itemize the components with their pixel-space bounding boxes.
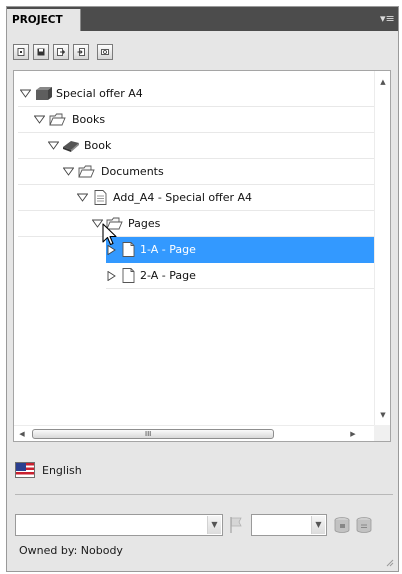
us-flag-icon bbox=[15, 462, 35, 478]
page-icon bbox=[122, 242, 135, 257]
book-icon bbox=[63, 141, 79, 152]
export-button[interactable] bbox=[53, 44, 69, 60]
expand-triangle-icon[interactable] bbox=[48, 141, 59, 151]
project-tree-frame: Special offer A4 Books Book Documents Ad… bbox=[13, 70, 391, 442]
save-button[interactable] bbox=[33, 44, 49, 60]
save-icon bbox=[37, 48, 45, 56]
tree-row-label: Special offer A4 bbox=[56, 87, 143, 100]
tree-row-page-1[interactable]: 1-A - Page bbox=[106, 237, 374, 263]
panel-menu-icon[interactable]: ▾≡ bbox=[380, 12, 395, 26]
tree-row-document[interactable]: Add_A4 - Special offer A4 bbox=[18, 185, 374, 211]
mouse-cursor-icon bbox=[102, 223, 117, 246]
language-label: English bbox=[42, 464, 82, 477]
owner-label: Owned by: Nobody bbox=[19, 544, 123, 557]
refresh-button[interactable] bbox=[97, 44, 113, 60]
new-document-button[interactable] bbox=[13, 44, 29, 60]
lock-database-icon[interactable] bbox=[333, 516, 351, 534]
tab-project[interactable]: PROJECT bbox=[7, 9, 81, 31]
folder-icon bbox=[49, 113, 66, 126]
tree-row-label: Add_A4 - Special offer A4 bbox=[113, 191, 253, 204]
tree-row-label: 1-A - Page bbox=[140, 243, 196, 256]
chevron-down-icon[interactable]: ▼ bbox=[207, 516, 221, 534]
status-dropdown[interactable]: ▼ bbox=[251, 514, 327, 536]
panel-tab-bar: PROJECT ▾≡ bbox=[7, 7, 398, 31]
divider bbox=[15, 494, 393, 495]
tree-row-page-2[interactable]: 2-A - Page bbox=[106, 263, 374, 289]
tree-row-label: Book bbox=[84, 139, 112, 152]
scroll-corner bbox=[374, 425, 390, 441]
tree-vertical-scrollbar[interactable]: ▲ ▼ bbox=[374, 71, 390, 425]
tree-horizontal-scrollbar[interactable]: ◀ III ▶ bbox=[14, 425, 376, 441]
expand-triangle-icon[interactable] bbox=[63, 167, 74, 177]
tree-row-label: Documents bbox=[101, 165, 164, 178]
tree-row-documents[interactable]: Documents bbox=[18, 159, 374, 185]
page-icon bbox=[122, 268, 135, 283]
horizontal-scroll-thumb[interactable]: III bbox=[32, 429, 274, 439]
tree-row-label: Pages bbox=[128, 217, 161, 230]
new-document-icon bbox=[17, 48, 25, 56]
document-icon bbox=[94, 190, 107, 205]
import-icon bbox=[77, 48, 85, 56]
tree-row-label: Books bbox=[72, 113, 106, 126]
scroll-left-icon[interactable]: ◀ bbox=[17, 430, 27, 438]
unlock-database-icon[interactable] bbox=[355, 516, 373, 534]
tree-row-book[interactable]: Book bbox=[18, 133, 374, 159]
export-icon bbox=[57, 48, 65, 56]
project-box-icon bbox=[36, 87, 52, 100]
resize-grip-icon[interactable] bbox=[384, 557, 394, 567]
folder-icon bbox=[78, 165, 95, 178]
project-panel: PROJECT ▾≡ Special offer A4 Books Book D… bbox=[6, 6, 399, 572]
expand-triangle-icon[interactable] bbox=[77, 193, 88, 203]
project-tree[interactable]: Special offer A4 Books Book Documents Ad… bbox=[14, 71, 376, 425]
expand-triangle-icon[interactable] bbox=[20, 89, 31, 99]
flag-icon[interactable] bbox=[227, 516, 245, 534]
import-button[interactable] bbox=[73, 44, 89, 60]
expand-triangle-icon[interactable] bbox=[34, 115, 45, 125]
collapse-triangle-icon[interactable] bbox=[106, 271, 117, 281]
scroll-down-icon[interactable]: ▼ bbox=[378, 411, 388, 419]
chevron-down-icon[interactable]: ▼ bbox=[311, 516, 325, 534]
scroll-right-icon[interactable]: ▶ bbox=[348, 430, 358, 438]
owner-dropdown[interactable]: ▼ bbox=[15, 514, 223, 536]
tree-row-books[interactable]: Books bbox=[18, 107, 374, 133]
scroll-grip: III bbox=[145, 430, 152, 438]
tree-row-pages[interactable]: Pages bbox=[18, 211, 374, 237]
refresh-icon bbox=[101, 49, 109, 55]
tree-row-project[interactable]: Special offer A4 bbox=[18, 81, 374, 107]
scroll-up-icon[interactable]: ▲ bbox=[378, 78, 388, 86]
tree-row-label: 2-A - Page bbox=[140, 269, 196, 282]
